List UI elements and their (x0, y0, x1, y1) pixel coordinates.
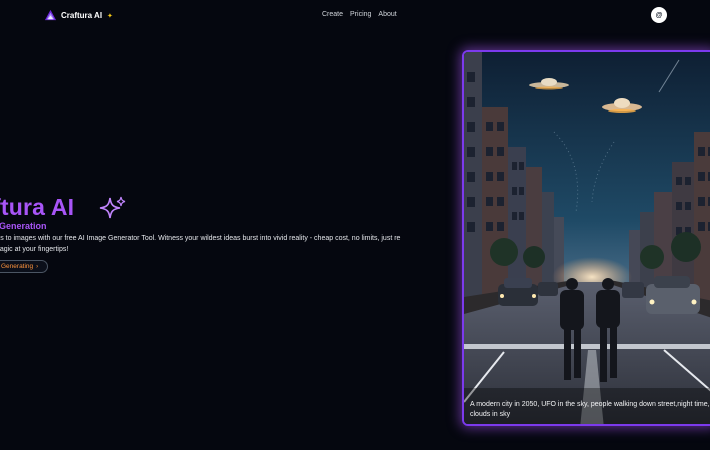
brand[interactable]: Craftura AI ✦ (44, 9, 113, 22)
chevron-right-icon: › (36, 263, 39, 270)
city-illustration (464, 52, 710, 424)
nav-links: Create Pricing About (322, 11, 397, 18)
profile-initial: @ (655, 11, 663, 19)
nav-link-pricing[interactable]: Pricing (350, 11, 371, 18)
profile-button[interactable]: @ (651, 7, 667, 23)
top-navbar: Craftura AI ✦ Create Pricing About @ (0, 0, 710, 32)
sparkle-icon: ✦ (107, 12, 113, 20)
logo-icon (44, 9, 57, 21)
hero-subtitle: ge Generation (0, 221, 47, 231)
sparkles-icon (99, 196, 126, 219)
image-caption: A modern city in 2050, UFO in the sky, p… (470, 401, 710, 418)
car-left (498, 278, 538, 306)
nav-link-create[interactable]: Create (322, 11, 343, 18)
hero-title: aftura AI (0, 194, 75, 220)
generate-button-label: Generating (1, 263, 34, 270)
generate-button[interactable]: Generating › (0, 260, 49, 273)
hero-description: rds to images with our free AI Image Gen… (0, 235, 401, 253)
showcase-image-card[interactable]: A modern city in 2050, UFO in the sky, p… (462, 50, 710, 426)
brand-name: Craftura AI (61, 11, 103, 20)
nav-link-about[interactable]: About (378, 11, 396, 18)
